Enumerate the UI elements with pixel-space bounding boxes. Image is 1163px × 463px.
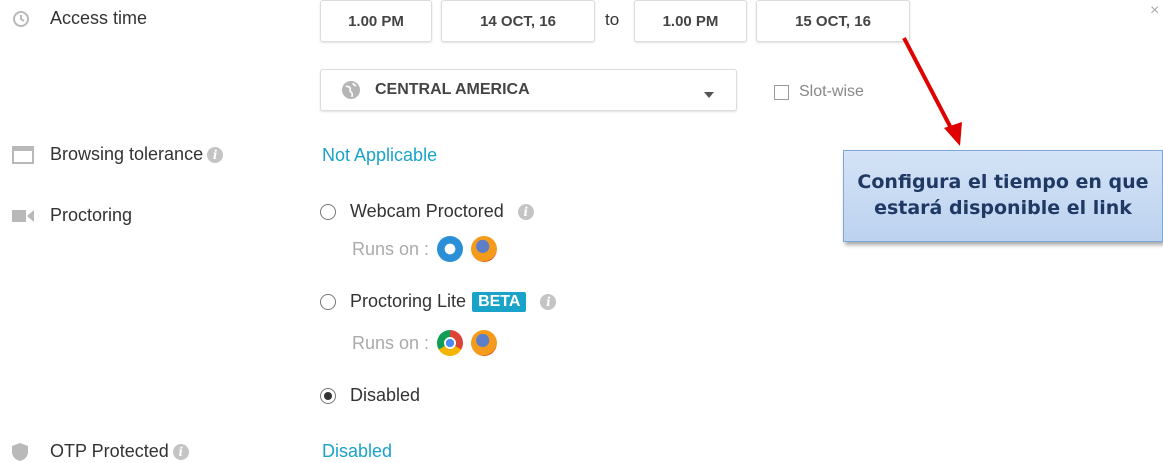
runs-on-label: Runs on : xyxy=(352,332,430,353)
info-icon[interactable]: i xyxy=(207,146,224,163)
slot-wise-checkbox[interactable] xyxy=(774,84,789,100)
window-icon xyxy=(12,145,34,164)
range-separator: to xyxy=(605,10,620,29)
access-time-row: Access time xyxy=(12,8,147,29)
radio-disabled[interactable] xyxy=(320,387,336,404)
option-webcam-proctored[interactable]: Webcam Proctored i xyxy=(320,201,534,222)
end-date-button[interactable]: 15 OCT, 16 xyxy=(756,0,910,42)
end-time-button[interactable]: 1.00 PM xyxy=(634,0,747,42)
lite-runs-on: Runs on : xyxy=(352,330,498,356)
globe-icon xyxy=(341,80,361,100)
runs-on-label: Runs on : xyxy=(352,238,430,259)
info-icon[interactable]: i xyxy=(172,443,189,460)
option-label: Webcam Proctored xyxy=(350,201,504,221)
start-time-button[interactable]: 1.00 PM xyxy=(320,0,432,42)
info-icon[interactable]: i xyxy=(517,203,534,220)
radio-webcam-proctored[interactable] xyxy=(320,203,336,220)
otp-label: OTP Protected xyxy=(50,441,169,461)
chrome-icon xyxy=(437,330,464,356)
proctoring-row: Proctoring xyxy=(12,205,132,226)
otp-value[interactable]: Disabled xyxy=(322,441,392,462)
browsing-tolerance-value[interactable]: Not Applicable xyxy=(322,145,437,166)
annotation-callout: Configura el tiempo en que estará dispon… xyxy=(843,150,1163,242)
firefox-icon xyxy=(471,236,498,262)
callout-text: Configura el tiempo en que estará dispon… xyxy=(857,171,1149,219)
option-disabled[interactable]: Disabled xyxy=(320,385,420,406)
browsing-tolerance-row: Browsing tolerance i xyxy=(12,144,224,165)
shield-icon xyxy=(12,442,28,461)
radio-proctoring-lite[interactable] xyxy=(320,293,336,310)
webcam-runs-on: Runs on : xyxy=(352,236,498,262)
clock-icon xyxy=(12,10,30,28)
start-date-button[interactable]: 14 OCT, 16 xyxy=(441,0,595,42)
close-icon[interactable]: × xyxy=(1150,2,1159,20)
option-label: Proctoring Lite xyxy=(350,291,467,311)
option-proctoring-lite[interactable]: Proctoring Lite BETA i xyxy=(320,291,557,312)
slot-wise-label: Slot-wise xyxy=(799,83,864,100)
firefox-icon xyxy=(471,330,498,356)
slot-wise-toggle[interactable]: Slot-wise xyxy=(774,83,864,101)
option-label: Disabled xyxy=(350,385,421,405)
chevron-down-icon xyxy=(704,85,714,102)
proctoring-label: Proctoring xyxy=(50,205,133,225)
annotation-arrow xyxy=(902,37,962,146)
beta-badge: BETA xyxy=(472,291,527,312)
video-camera-icon xyxy=(12,209,34,223)
access-time-label: Access time xyxy=(50,8,148,28)
otp-row: OTP Protected i xyxy=(12,441,189,462)
timezone-value: CENTRAL AMERICA xyxy=(375,81,530,98)
info-icon[interactable]: i xyxy=(540,293,557,310)
browsing-tolerance-label: Browsing tolerance xyxy=(50,144,204,164)
timezone-select[interactable]: CENTRAL AMERICA xyxy=(320,69,737,111)
internet-explorer-icon xyxy=(437,236,464,262)
